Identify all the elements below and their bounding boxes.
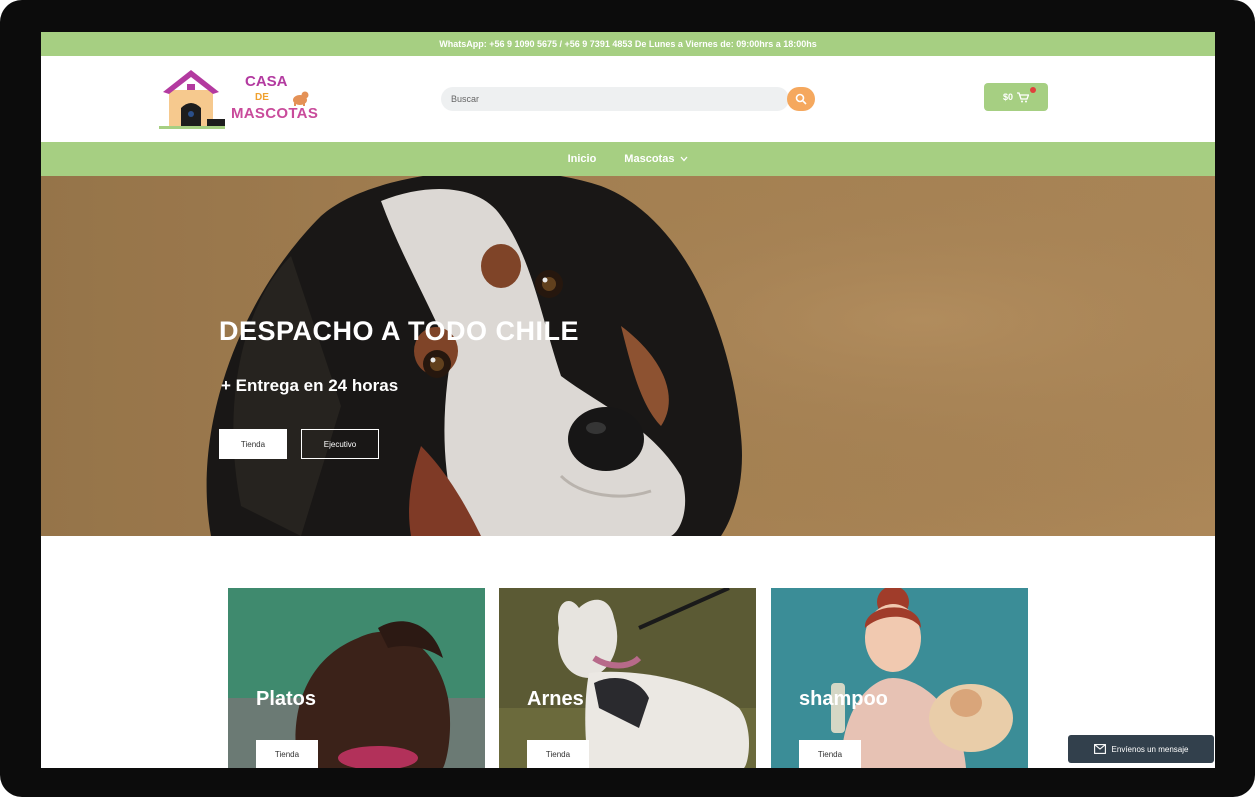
site-logo[interactable]: CASA DE MASCOTAS: [157, 64, 327, 134]
logo-line-3: MASCOTAS: [231, 105, 319, 122]
dog-logo-icon: [293, 91, 309, 106]
chevron-down-icon: [680, 156, 688, 162]
hero-subtitle: + Entrega en 24 horas: [221, 376, 399, 395]
category-card-shampoo[interactable]: shampoo Tienda: [771, 588, 1028, 768]
browser-viewport: WhatsApp: +56 9 1090 5675 / +56 9 7391 4…: [41, 32, 1215, 768]
cart-total: $0: [1002, 92, 1013, 102]
chat-widget[interactable]: Envíenos un mensaje: [1068, 735, 1214, 763]
search-bar: [441, 87, 815, 111]
monitor-bezel: WhatsApp: +56 9 1090 5675 / +56 9 7391 4…: [0, 0, 1255, 797]
chat-label: Envíenos un mensaje: [1111, 744, 1189, 754]
search-input[interactable]: [441, 87, 789, 111]
category-shop-button[interactable]: Tienda: [527, 740, 589, 768]
cart-badge: [1030, 87, 1036, 93]
cart-button[interactable]: $0: [984, 83, 1048, 111]
hero-contact-button[interactable]: Ejecutivo: [301, 429, 379, 459]
nav-item-label: Inicio: [567, 153, 597, 165]
category-card-platos[interactable]: Platos Tienda: [228, 588, 485, 768]
logo-line-2: DE: [255, 92, 269, 103]
cart-icon: [1017, 91, 1029, 102]
main-nav: Inicio Mascotas: [41, 142, 1215, 176]
contact-info-bar: WhatsApp: +56 9 1090 5675 / +56 9 7391 4…: [41, 32, 1215, 56]
house-logo-icon: [159, 70, 225, 129]
message-icon: [1093, 744, 1106, 754]
search-icon: [795, 93, 807, 105]
category-title: Platos: [256, 688, 317, 710]
category-shop-button[interactable]: Tienda: [799, 740, 861, 768]
logo-line-1: CASA: [245, 73, 288, 90]
hero-shop-button[interactable]: Tienda: [219, 429, 287, 459]
category-title: shampoo: [799, 688, 888, 710]
hero-banner: DESPACHO A TODO CHILE + Entrega en 24 ho…: [41, 176, 1215, 536]
nav-item-label: Mascotas: [624, 153, 675, 165]
contact-info-text: WhatsApp: +56 9 1090 5675 / +56 9 7391 4…: [439, 39, 817, 49]
nav-item-inicio[interactable]: Inicio: [568, 153, 597, 165]
category-title: Arnes: [527, 688, 584, 710]
category-shop-button[interactable]: Tienda: [256, 740, 318, 768]
category-card-arnes[interactable]: Arnes Tienda: [499, 588, 756, 768]
nav-item-mascotas[interactable]: Mascotas: [624, 153, 688, 165]
search-button[interactable]: [787, 87, 815, 111]
hero-dog-image: [41, 176, 1215, 536]
site-header: CASA DE MASCOTAS Buscar $0: [41, 56, 1215, 142]
hero-title: DESPACHO A TODO CHILE: [219, 316, 580, 346]
